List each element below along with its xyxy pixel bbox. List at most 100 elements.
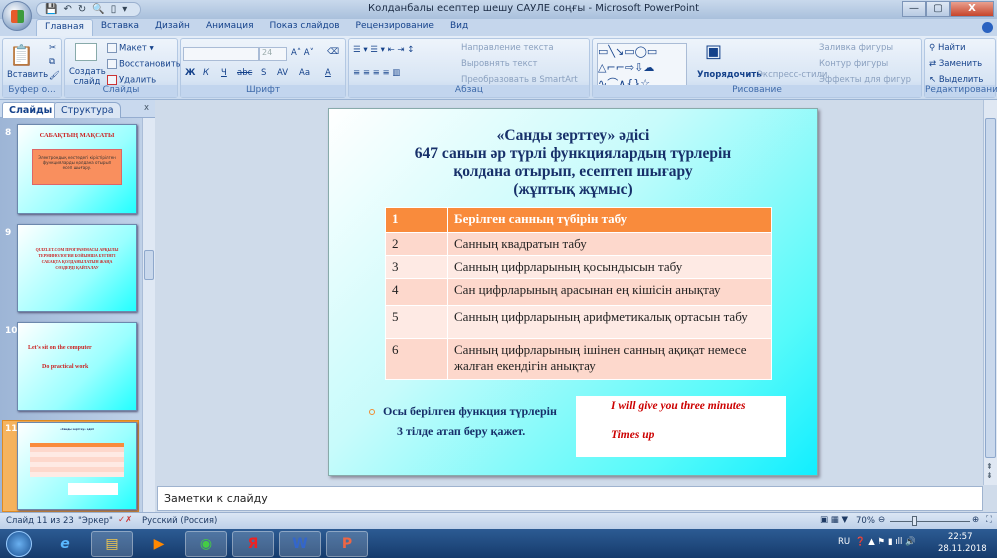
zoom-slider[interactable] (890, 521, 970, 522)
paste-button[interactable]: Вставить (7, 70, 48, 80)
close-button[interactable]: X (950, 1, 994, 17)
grow-font-icon[interactable]: A˄ A˅ (291, 48, 314, 58)
bold-button[interactable]: Ж (185, 68, 195, 78)
italic-button[interactable]: К (203, 68, 209, 78)
ie-icon[interactable]: e (44, 531, 86, 557)
convert-smartart-button[interactable]: Преобразовать в SmartArt (461, 75, 578, 85)
replace-button[interactable]: ⇄ Заменить (929, 59, 982, 69)
tab-view[interactable]: Вид (442, 19, 476, 36)
bullet-text[interactable]: Осы берілген функция түрлерін 3 тілде ат… (369, 401, 557, 441)
view-buttons[interactable]: ▣ ▦ ▼ (820, 515, 848, 525)
clock-time[interactable]: 22:57 (948, 532, 973, 542)
tab-slideshow[interactable]: Показ слайдов (262, 19, 348, 36)
font-size-select[interactable]: 24 (259, 47, 287, 61)
slide-thumbnail-9[interactable]: QUIZLET.COM ПРОГРАММАСЫ АРҚЫЛЫ ТЕРМИНОЛО… (17, 224, 137, 312)
start-button[interactable] (6, 531, 32, 557)
close-panel-button[interactable]: x (144, 103, 149, 113)
quick-styles-button[interactable]: Экспресс-стили (757, 70, 827, 80)
text-direction-button[interactable]: Направление текста (461, 43, 554, 53)
media-player-icon[interactable]: ▶ (138, 531, 180, 557)
shadow-button[interactable]: S (261, 68, 266, 78)
find-button[interactable]: ⚲ Найти (929, 43, 966, 53)
font-color-button[interactable]: A (325, 68, 331, 78)
current-slide[interactable]: «Санды зерттеу» әдісі 647 санын әр түрлі… (328, 108, 818, 476)
status-bar: Слайд 11 из 23 "Эркер" ✓✗ Русский (Росси… (0, 512, 997, 529)
spellcheck-icon[interactable]: ✓✗ (118, 515, 132, 525)
functions-table[interactable]: 1 Берілген санның түбірін табу 2 Санның кв… (385, 207, 772, 380)
bullets-icon[interactable]: ☰ ▾ ☰ ▾ ⇤ ⇥ ↕ (353, 45, 414, 55)
align-icons[interactable]: ≡ ≡ ≡ ≡ ▥ (353, 68, 400, 78)
tray-icons[interactable]: ❓ ▲ ⚑ ▮ ıll 🔊 (855, 537, 916, 547)
strikethrough-button[interactable]: abc (237, 68, 252, 78)
cut-icon[interactable]: ✂ (49, 43, 56, 53)
tab-design[interactable]: Дизайн (147, 19, 198, 36)
select-button[interactable]: ↖ Выделить (929, 75, 983, 85)
zoom-level[interactable]: 70% (856, 516, 875, 526)
redo-icon[interactable]: ↻ (78, 4, 86, 15)
change-case-button[interactable]: Aa (299, 68, 310, 78)
tab-slides[interactable]: Слайды (2, 102, 60, 118)
tab-home[interactable]: Главная (36, 19, 93, 36)
notes-pane[interactable]: Заметки к слайду (157, 486, 983, 511)
font-name-select[interactable] (183, 47, 259, 61)
slide-thumbnail-8[interactable]: САБАҚТЫҢ МАҚСАТЫ Электрондық кестедегі к… (17, 124, 137, 214)
align-text-button[interactable]: Выровнять текст (461, 59, 537, 69)
shape-outline-button[interactable]: Контур фигуры (819, 59, 888, 69)
slide-title[interactable]: «Санды зерттеу» әдісі 647 санын әр түрлі… (329, 127, 817, 199)
shape-effects-button[interactable]: Эффекты для фигур (819, 75, 911, 85)
layout-button[interactable]: Макет ▾ (107, 43, 154, 54)
shape-fill-button[interactable]: Заливка фигуры (819, 43, 893, 53)
tab-animation[interactable]: Анимация (198, 19, 262, 36)
char-spacing-button[interactable]: AV (277, 68, 288, 78)
slide-number: 8 (5, 128, 12, 138)
underline-button[interactable]: Ч (221, 68, 227, 78)
zoom-in-icon[interactable]: ⊕ (972, 515, 979, 525)
customize-qat-icon[interactable]: ▾ (122, 4, 127, 15)
yandex-icon[interactable]: Я (232, 531, 274, 557)
arrange-button[interactable]: Упорядочить (697, 70, 762, 80)
help-icon[interactable] (982, 22, 993, 33)
input-language[interactable]: RU (838, 537, 850, 547)
word-icon[interactable]: W (279, 531, 321, 557)
maximize-button[interactable]: ▢ (926, 1, 950, 17)
office-button[interactable] (2, 1, 32, 31)
timer-textbox[interactable]: I will give you three minutes Times up (576, 396, 786, 457)
scroll-thumb[interactable] (985, 118, 996, 458)
new-slide-button[interactable]: Создать слайд (69, 67, 106, 87)
print-preview-icon[interactable]: 🔍 (92, 4, 104, 15)
slide-thumbnail-11[interactable]: «Санды зерттеу» әдісі (17, 422, 137, 510)
quick-access-toolbar: 💾 ↶ ↻ 🔍 ▯ ▾ (36, 2, 141, 17)
reset-button[interactable]: Восстановить (107, 59, 181, 70)
fit-to-window-icon[interactable]: ⛶ (986, 515, 992, 525)
explorer-icon[interactable]: ▤ (91, 531, 133, 557)
delete-slide-button[interactable]: Удалить (107, 75, 156, 86)
find-label: Найти (937, 43, 966, 53)
save-icon[interactable]: 💾 (45, 4, 57, 15)
cell-text: Санның цифрларының арифметикалық ортасын… (447, 305, 772, 339)
chrome-icon[interactable]: ◉ (185, 531, 227, 557)
new-icon[interactable]: ▯ (111, 4, 117, 15)
tab-insert[interactable]: Вставка (93, 19, 147, 36)
panel-scrollbar[interactable] (142, 118, 155, 512)
replace-icon: ⇄ (929, 59, 939, 69)
table-row: 6 Санның цифрларының ішінен санның ақиқат… (385, 338, 772, 380)
powerpoint-icon[interactable]: P (326, 531, 368, 557)
group-paragraph: ☰ ▾ ☰ ▾ ⇤ ⇥ ↕ ≡ ≡ ≡ ≡ ▥ Направление текс… (348, 38, 590, 98)
thumb-line: Do practical work (42, 364, 89, 370)
tab-outline[interactable]: Структура (54, 102, 121, 118)
language-indicator[interactable]: Русский (Россия) (142, 516, 217, 526)
format-painter-icon[interactable]: 🖌 (49, 71, 60, 81)
zoom-slider-handle[interactable] (912, 516, 917, 526)
clock-date[interactable]: 28.11.2018 (938, 544, 987, 554)
editor-scrollbar[interactable]: ⇞ ⇟ (983, 100, 997, 485)
layout-icon (107, 43, 117, 53)
minimize-button[interactable]: — (902, 1, 926, 17)
clear-format-icon[interactable]: ⌫ (327, 47, 339, 57)
undo-icon[interactable]: ↶ (63, 4, 71, 15)
tab-review[interactable]: Рецензирование (348, 19, 442, 36)
copy-icon[interactable]: ⧉ (49, 57, 55, 67)
prev-next-slide-icons[interactable]: ⇞ ⇟ (986, 462, 993, 480)
zoom-out-icon[interactable]: ⊖ (878, 515, 885, 525)
slide-thumbnail-10[interactable]: Let's sit on the computer Do practical w… (17, 322, 137, 411)
scroll-thumb[interactable] (144, 250, 154, 280)
